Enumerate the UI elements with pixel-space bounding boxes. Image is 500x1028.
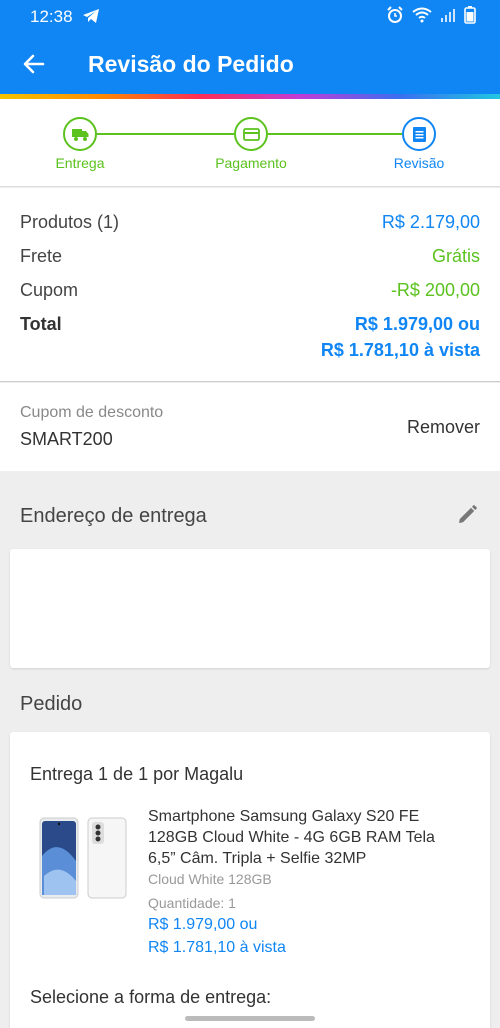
products-label: Produtos (1) — [20, 212, 120, 232]
coupon-section: Cupom de desconto SMART200 Remover — [0, 383, 500, 471]
checkout-stepper: Entrega Pagamento Revisão — [0, 99, 500, 187]
product-name[interactable]: Smartphone Samsung Galaxy S20 FE 128GB C… — [148, 806, 458, 869]
total-label: Total — [20, 314, 62, 334]
battery-icon — [464, 6, 476, 29]
products-value: R$ 2.179,00 — [381, 212, 480, 232]
step-revisao[interactable] — [402, 117, 436, 151]
order-section-title: Pedido — [20, 693, 83, 715]
step-label-entrega: Entrega — [55, 155, 105, 171]
remove-coupon-button[interactable]: Remover — [407, 417, 480, 438]
edit-pencil-icon[interactable] — [456, 504, 478, 531]
status-time: 12:38 — [30, 7, 73, 26]
coupon-code: SMART200 — [20, 429, 113, 449]
order-summary: Produtos (1) R$ 2.179,00 Frete Grátis Cu… — [0, 188, 500, 382]
address-section-title: Endereço de entrega — [20, 505, 207, 527]
total-value: R$ 1.979,00 ou — [354, 314, 480, 334]
signal-icon — [440, 7, 456, 28]
step-entrega[interactable] — [63, 117, 97, 151]
total-cash-value: R$ 1.781,10 à vista — [320, 340, 480, 360]
coupon-value: -R$ 200,00 — [390, 280, 480, 300]
step-pagamento[interactable] — [234, 117, 268, 151]
address-card[interactable] — [10, 549, 490, 668]
step-connector — [97, 133, 234, 135]
select-delivery-label: Selecione a forma de entrega: — [30, 987, 272, 1007]
coupon-label: Cupom — [20, 280, 79, 300]
card-icon — [243, 128, 260, 141]
shipping-label: Frete — [20, 246, 63, 266]
truck-icon — [72, 129, 89, 141]
wifi-icon — [412, 7, 432, 28]
product-variant: Cloud White 128GB — [148, 871, 272, 887]
step-label-revisao: Revisão — [393, 155, 445, 171]
telegram-icon — [82, 8, 100, 29]
product-price-cash: R$ 1.781,10 à vista — [148, 939, 286, 956]
delivery-title: Entrega 1 de 1 por Magalu — [30, 764, 244, 784]
page-title: Revisão do Pedido — [88, 51, 294, 77]
product-price: R$ 1.979,00 ou — [148, 916, 258, 933]
step-label-pagamento: Pagamento — [215, 155, 287, 171]
step-connector — [268, 133, 402, 135]
back-arrow-icon[interactable] — [22, 52, 46, 76]
app-bar: Revisão do Pedido — [0, 34, 500, 94]
product-quantity: Quantidade: 1 — [148, 895, 236, 911]
product-image — [38, 816, 130, 900]
list-icon — [413, 127, 426, 142]
coupon-field-label: Cupom de desconto — [20, 404, 164, 421]
home-indicator — [185, 1016, 315, 1021]
status-icons — [386, 6, 476, 29]
status-bar: 12:38 — [0, 0, 500, 34]
shipping-value: Grátis — [431, 246, 480, 266]
alarm-icon — [386, 6, 404, 29]
order-card: Entrega 1 de 1 por Magalu Smartphone Sam… — [10, 732, 490, 1028]
